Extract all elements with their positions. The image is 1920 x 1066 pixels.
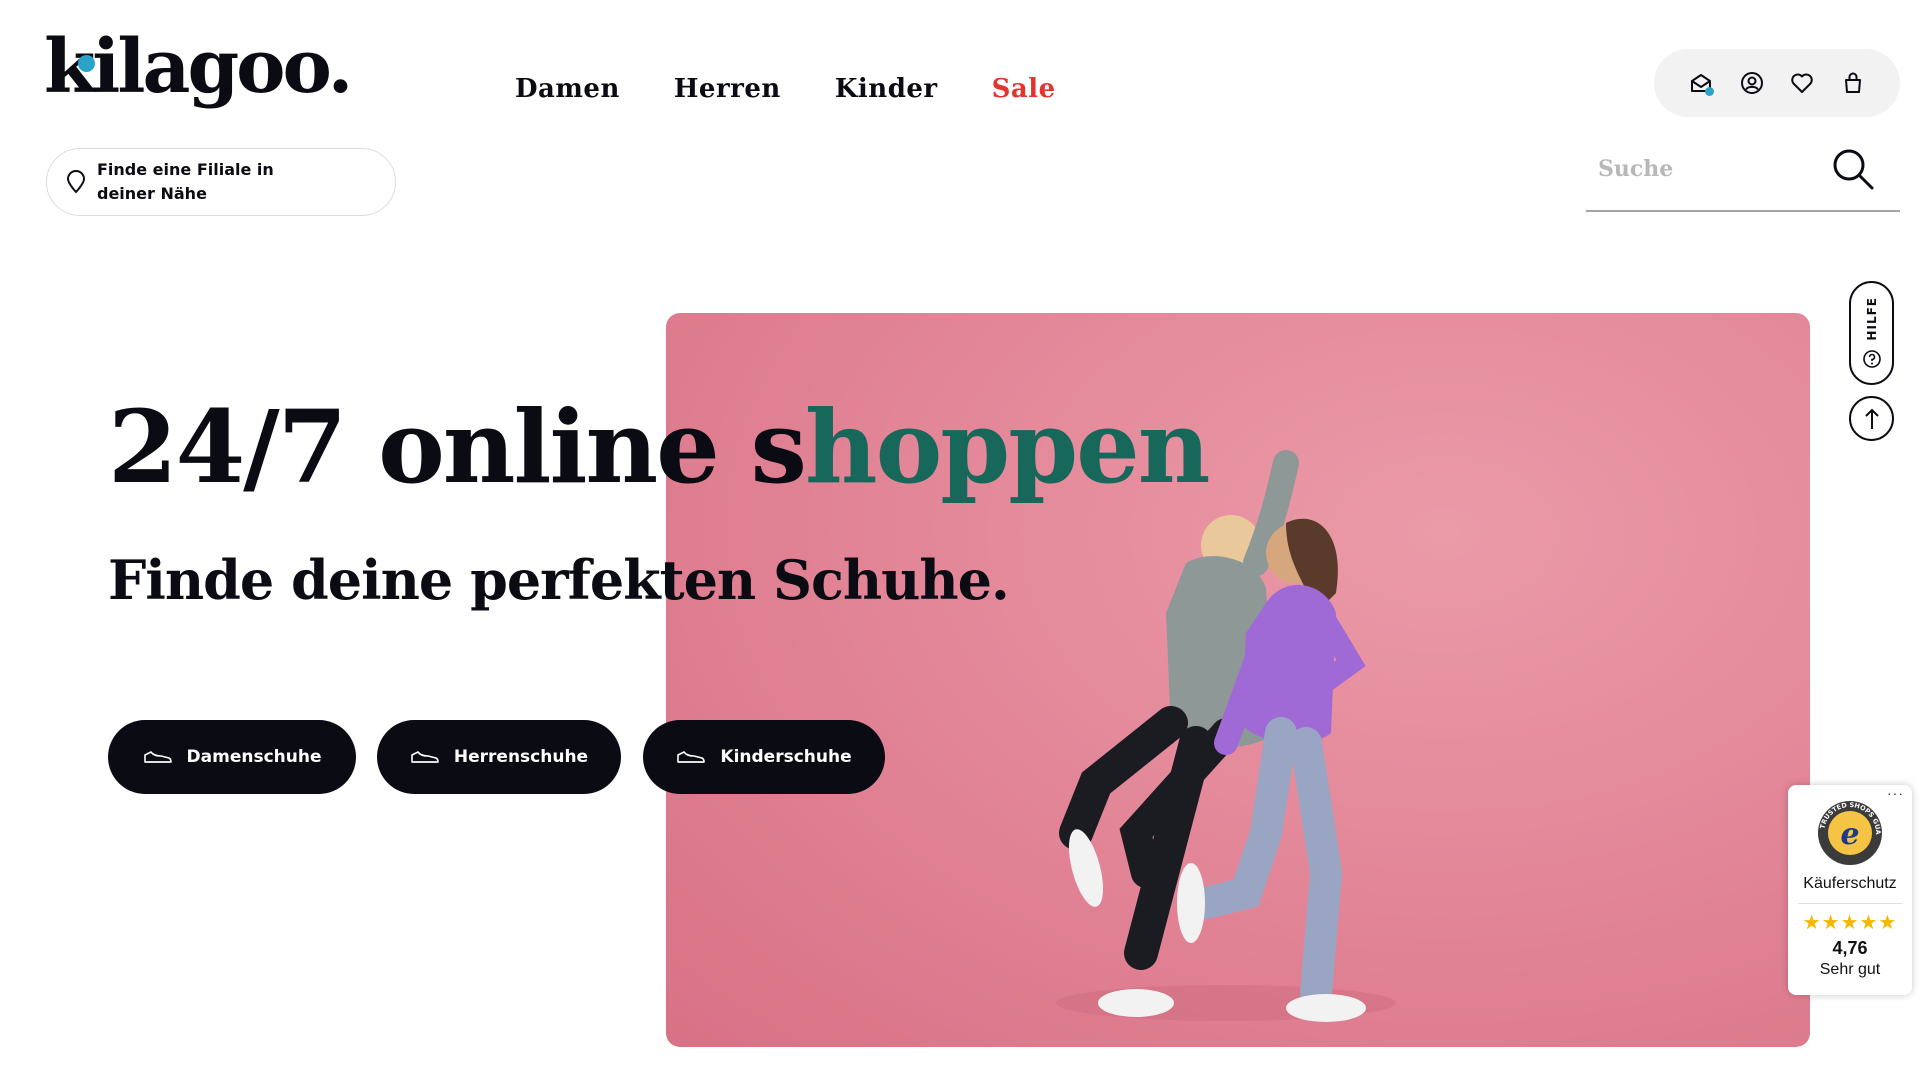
- heart-icon[interactable]: [1787, 68, 1817, 98]
- herrenschuhe-button[interactable]: Herrenschuhe: [377, 720, 621, 794]
- rating-verdict: Sehr gut: [1819, 961, 1881, 978]
- arrow-up-icon: [1864, 408, 1879, 429]
- notification-dot: [1705, 87, 1715, 96]
- shoe-icon: [411, 751, 439, 763]
- back-to-top-button[interactable]: [1849, 396, 1894, 441]
- search-input[interactable]: [1598, 146, 1818, 192]
- nav-item-herren[interactable]: Herren: [674, 74, 781, 104]
- shoe-icon: [143, 751, 172, 763]
- logo-accent-dot: [78, 55, 95, 72]
- shoe-icon: [677, 751, 706, 763]
- bag-icon[interactable]: [1838, 68, 1868, 98]
- damenschuhe-label: Damenschuhe: [186, 747, 322, 767]
- damenschuhe-button[interactable]: Damenschuhe: [108, 720, 356, 794]
- search-icon[interactable]: [1828, 144, 1878, 194]
- divider: [1798, 903, 1902, 904]
- kinderschuhe-label: Kinderschuhe: [720, 747, 852, 767]
- mail-icon[interactable]: [1686, 68, 1716, 98]
- user-icon[interactable]: [1737, 68, 1767, 98]
- nav-item-damen[interactable]: Damen: [515, 74, 620, 104]
- nav-item-sale[interactable]: Sale: [992, 74, 1056, 104]
- store-finder-label: Finde eine Filiale in deiner Nähe: [97, 160, 274, 203]
- headline-lead: 24/7 online s: [108, 388, 807, 506]
- rating-value: 4,76: [1832, 938, 1868, 958]
- store-finder-button[interactable]: Finde eine Filiale in deiner Nähe: [46, 148, 396, 216]
- more-options-icon[interactable]: ···: [1887, 785, 1904, 801]
- seal-letter: e: [1840, 817, 1859, 852]
- main-nav: Damen Herren Kinder Sale: [515, 74, 1056, 104]
- brand-logo[interactable]: kilagoo.: [44, 30, 364, 120]
- help-tab[interactable]: HILFE: [1849, 281, 1894, 385]
- kaeuferschutz-label: Käuferschutz: [1803, 875, 1897, 892]
- nav-item-kinder[interactable]: Kinder: [835, 74, 938, 104]
- hero-headline: 24/7 online shoppen: [108, 392, 1210, 502]
- rating-stars: ★★★★★: [1802, 912, 1898, 934]
- question-icon: [1862, 349, 1881, 368]
- kinderschuhe-button[interactable]: Kinderschuhe: [643, 720, 885, 794]
- herrenschuhe-label: Herrenschuhe: [453, 747, 589, 767]
- headline-accent: hoppen: [804, 388, 1211, 506]
- search-bar: [1586, 136, 1900, 212]
- map-pin-icon: [66, 170, 86, 194]
- trusted-shops-badge[interactable]: ··· TRUSTED SHOPS GUARANTEE e Käuferschu…: [1788, 785, 1912, 995]
- trusted-shops-seal: TRUSTED SHOPS GUARANTEE e: [1816, 799, 1882, 865]
- account-toolbar: [1654, 49, 1900, 117]
- help-label: HILFE: [1864, 297, 1879, 341]
- hero-subline: Finde deine perfekten Schuhe.: [108, 548, 1010, 612]
